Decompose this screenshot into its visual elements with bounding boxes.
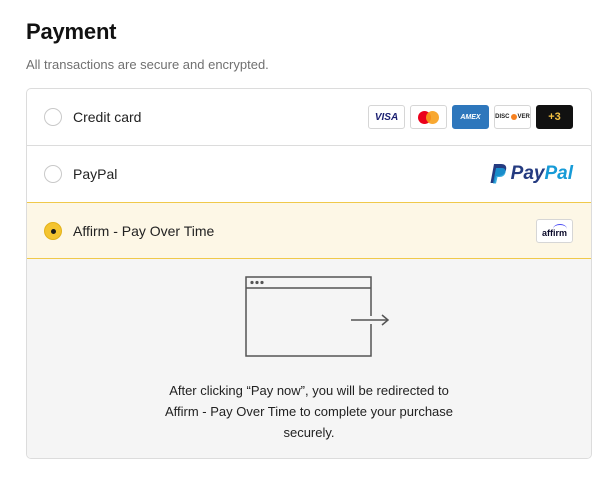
payment-option-affirm[interactable]: Affirm - Pay Over Time affirm	[27, 202, 591, 259]
affirm-label: Affirm - Pay Over Time	[73, 222, 215, 239]
payment-option-paypal[interactable]: PayPal PayPal	[27, 146, 591, 203]
redirect-info-panel: After clicking “Pay now”, you will be re…	[27, 259, 591, 458]
page-title: Payment	[26, 19, 117, 44]
card-logos: VISA AMEX DISC VER +3	[368, 105, 573, 129]
credit-card-label: Credit card	[73, 109, 142, 125]
affirm-logo-icon: affirm	[536, 218, 573, 243]
mastercard-icon	[410, 105, 447, 129]
paypal-radio[interactable]	[44, 165, 62, 183]
amex-icon: AMEX	[452, 105, 489, 129]
payment-section: Payment All transactions are secure and …	[0, 0, 615, 486]
credit-card-radio[interactable]	[44, 108, 62, 126]
payment-option-credit-card[interactable]: Credit card VISA AMEX DISC VER +3	[27, 89, 591, 146]
affirm-radio[interactable]	[44, 221, 62, 240]
page-subtitle: All transactions are secure and encrypte…	[26, 57, 269, 72]
paypal-logo-icon: PayPal	[489, 163, 573, 185]
paypal-label: PayPal	[73, 166, 118, 182]
payment-methods-list: Credit card VISA AMEX DISC VER +3 PayPal …	[26, 88, 592, 459]
redirect-message: After clicking “Pay now”, you will be re…	[164, 383, 454, 440]
more-cards-badge: +3	[536, 105, 573, 129]
discover-icon: DISC VER	[494, 105, 531, 129]
browser-redirect-icon	[245, 276, 390, 357]
visa-icon: VISA	[368, 105, 405, 129]
